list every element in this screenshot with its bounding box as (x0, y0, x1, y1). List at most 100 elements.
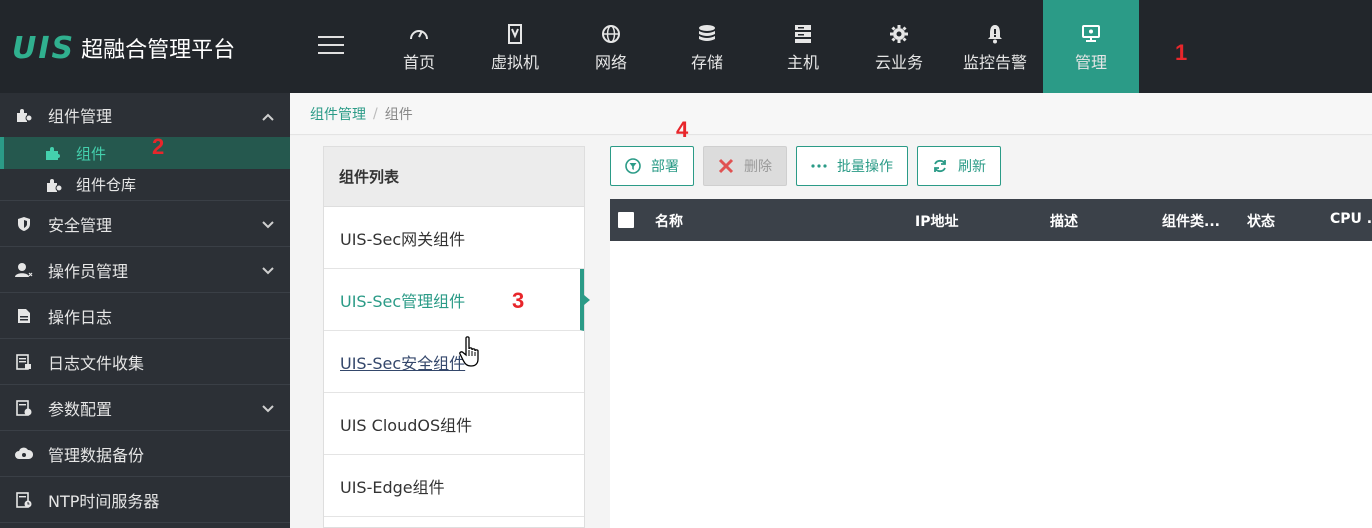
sidebar-item-label: 参数配置 (48, 399, 113, 419)
dashboard-icon (409, 21, 429, 47)
nav-monitor-alarm[interactable]: 监控告警 (947, 0, 1043, 93)
top-navbar: UIS 超融合管理平台 首页 虚拟机 网络 存储 主机 云业务 监控告警 管理 … (0, 0, 1372, 101)
nav-label: 管理 (1074, 52, 1107, 72)
user-icon (14, 262, 34, 278)
gear-icon (889, 21, 909, 47)
nav-label: 云业务 (874, 52, 923, 72)
nav-label: 监控告警 (962, 52, 1027, 72)
breadcrumb: 组件管理 / 组件 (290, 93, 1372, 135)
column-header-name[interactable]: 名称 (655, 211, 683, 231)
sidebar-item-label: 日志文件收集 (48, 353, 145, 373)
puzzle-gear-icon (14, 107, 34, 123)
deploy-button[interactable]: 部署 (610, 146, 694, 186)
monitor-icon (1081, 21, 1101, 47)
sidebar-item-ntp-server[interactable]: NTP时间服务器 (0, 477, 290, 523)
close-icon (718, 158, 734, 174)
sidebar-item-data-backup[interactable]: 管理数据备份 (0, 431, 290, 477)
nav-manage[interactable]: 管理 (1043, 0, 1139, 101)
app-logo[interactable]: UIS 超融合管理平台 (12, 28, 235, 68)
sidebar-item-param-config[interactable]: 参数配置 (0, 385, 290, 431)
annotation-marker-4: 4 (676, 117, 689, 142)
nav-network[interactable]: 网络 (563, 0, 659, 93)
delete-label: 删除 (744, 159, 772, 175)
nav-label: 存储 (690, 52, 723, 72)
nav-label: 首页 (402, 52, 435, 72)
nav-vm[interactable]: 虚拟机 (467, 0, 563, 93)
document-icon (14, 308, 34, 324)
shield-icon (14, 216, 34, 232)
sidebar-item-operation-log[interactable]: 操作日志 (0, 293, 290, 339)
column-header-type[interactable]: 组件类... (1162, 211, 1220, 231)
chevron-down-icon (262, 399, 274, 418)
sidebar-item-label: 安全管理 (48, 215, 113, 235)
chevron-down-icon (262, 215, 274, 234)
sidebar-item-label: 组件管理 (48, 107, 113, 126)
component-list-item[interactable]: UIS CloudOS组件 (324, 393, 584, 455)
column-header-description[interactable]: 描述 (1050, 211, 1078, 231)
chevron-down-icon (262, 261, 274, 280)
sidebar-item-operator[interactable]: 操作员管理 (0, 247, 290, 293)
sidebar: 组件管理 组件 组件仓库 安全管理 操作员管理 操作日志 日志文件收集 参数配置… (0, 93, 290, 528)
nav-cloud-service[interactable]: 云业务 (851, 0, 947, 93)
cloud-backup-icon (14, 447, 34, 461)
deploy-label: 部署 (651, 159, 679, 175)
annotation-marker-2: 2 (152, 134, 165, 159)
select-all-checkbox[interactable] (618, 212, 634, 228)
batch-operation-button[interactable]: 批量操作 (796, 146, 908, 186)
component-list-item-hover[interactable]: UIS-Sec安全组件 (324, 331, 584, 393)
nav-host[interactable]: 主机 (755, 0, 851, 93)
sidebar-item-log-collect[interactable]: 日志文件收集 (0, 339, 290, 385)
component-list-item[interactable]: UIS-Edge组件 (324, 455, 584, 517)
sidebar-item-label: NTP时间服务器 (48, 491, 160, 511)
sidebar-group-component-management[interactable]: 组件管理 (0, 93, 290, 137)
sidebar-item-component[interactable]: 组件 (0, 137, 290, 169)
component-list-item[interactable]: UIS-Sec网关组件 (324, 207, 584, 269)
logo-mark: UIS (12, 30, 76, 66)
main-nav: 首页 虚拟机 网络 存储 主机 云业务 监控告警 管理 (371, 0, 1139, 101)
refresh-button[interactable]: 刷新 (917, 146, 1001, 186)
batch-operation-label: 批量操作 (837, 159, 893, 175)
column-header-ip[interactable]: IP地址 (915, 211, 958, 231)
annotation-marker-3: 3 (512, 288, 525, 313)
more-dots-icon (811, 163, 827, 169)
nav-storage[interactable]: 存储 (659, 0, 755, 93)
component-list-title: 组件列表 (324, 147, 584, 207)
sidebar-item-label: 管理数据备份 (48, 445, 145, 465)
vm-icon (508, 21, 522, 47)
refresh-icon (932, 158, 948, 174)
annotation-marker-1: 1 (1175, 40, 1188, 65)
chevron-up-icon (262, 107, 274, 126)
puzzle-gear-icon (44, 177, 64, 193)
nav-home[interactable]: 首页 (371, 0, 467, 93)
database-icon (698, 21, 716, 47)
nav-label: 虚拟机 (490, 52, 539, 72)
globe-icon (601, 21, 621, 47)
log-collect-icon (14, 353, 34, 370)
delete-button[interactable]: 删除 (703, 146, 787, 186)
puzzle-icon (44, 145, 64, 161)
column-header-cpu[interactable]: CPU ... (1330, 211, 1372, 227)
clock-doc-icon (14, 491, 34, 508)
sidebar-item-security[interactable]: 安全管理 (0, 201, 290, 247)
bell-alert-icon (986, 21, 1004, 47)
breadcrumb-current: 组件 (384, 106, 413, 123)
sidebar-item-label: 操作日志 (48, 307, 113, 327)
menu-toggle-icon[interactable] (318, 36, 344, 56)
deploy-icon (625, 158, 641, 174)
nav-label: 网络 (594, 52, 627, 72)
table-header: 名称 IP地址 描述 组件类... 状态 CPU ... (610, 199, 1372, 241)
breadcrumb-separator: / (373, 105, 378, 122)
config-icon (14, 399, 34, 416)
sidebar-item-label: 组件仓库 (76, 176, 137, 194)
nav-label: 主机 (786, 52, 819, 72)
app-title: 超融合管理平台 (81, 38, 236, 63)
component-list-item-active[interactable]: UIS-Sec管理组件 (324, 269, 590, 331)
breadcrumb-parent[interactable]: 组件管理 (310, 104, 366, 124)
table-body (610, 241, 1372, 528)
sidebar-item-label: 操作员管理 (48, 261, 129, 281)
sidebar-item-component-repo[interactable]: 组件仓库 (0, 169, 290, 201)
hand-cursor-icon (458, 336, 484, 372)
component-list-panel: 组件列表 UIS-Sec网关组件 UIS-Sec管理组件 UIS-Sec安全组件… (323, 146, 590, 528)
sidebar-item-label: 组件 (76, 144, 107, 163)
column-header-status[interactable]: 状态 (1247, 211, 1275, 231)
